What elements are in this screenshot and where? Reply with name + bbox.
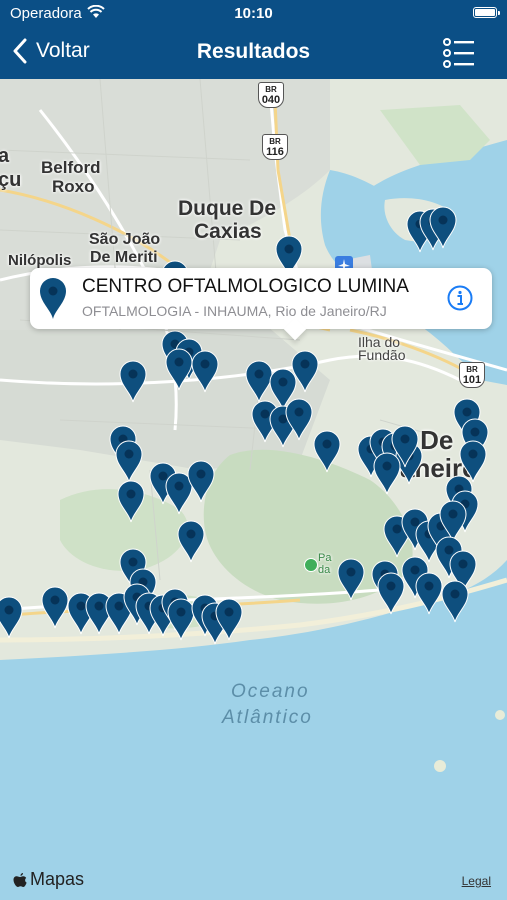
legal-link[interactable]: Legal bbox=[462, 874, 491, 888]
map-label-roxo: Roxo bbox=[52, 177, 95, 196]
battery-icon bbox=[473, 7, 500, 18]
shield-number: 116 bbox=[266, 146, 284, 158]
result-pin-icon[interactable] bbox=[114, 439, 144, 483]
result-pin-icon[interactable] bbox=[390, 424, 420, 468]
info-icon[interactable] bbox=[447, 285, 473, 311]
map-label-caxias: Caxias bbox=[194, 220, 262, 243]
highway-shield-br101: BR 101 bbox=[459, 362, 485, 388]
shield-number: 101 bbox=[462, 374, 482, 386]
maps-brand-label: Mapas bbox=[30, 869, 85, 889]
result-pin-icon[interactable] bbox=[176, 519, 206, 563]
clock: 10:10 bbox=[234, 5, 273, 22]
result-pin-icon[interactable] bbox=[428, 205, 458, 249]
result-pin-icon[interactable] bbox=[284, 397, 314, 441]
park-marker-icon bbox=[304, 558, 318, 572]
result-pin-icon[interactable] bbox=[312, 429, 342, 473]
apple-logo-icon bbox=[13, 872, 27, 887]
map-label-atlantico: Atlântico bbox=[222, 707, 313, 728]
map-label-fundao: Fundão bbox=[358, 347, 406, 363]
map-label-parque: Pa bbox=[318, 552, 332, 564]
shield-number: 040 bbox=[261, 94, 281, 106]
app-header: Operadora 10:10 Voltar Resultados bbox=[0, 0, 507, 79]
maps-attribution: Mapas bbox=[12, 869, 84, 890]
result-pin-icon[interactable] bbox=[290, 349, 320, 393]
result-pin-icon[interactable] bbox=[116, 479, 146, 523]
map-label-ria: a bbox=[0, 145, 10, 167]
selected-place-callout[interactable]: CENTRO OFTALMOLOGICO LUMINA OFTALMOLOGIA… bbox=[30, 268, 492, 329]
map-label-icu: çu bbox=[0, 169, 22, 191]
map-view[interactable]: a çu Belford Roxo Duque De Caxias São Jo… bbox=[0, 79, 507, 900]
map-label-nilopolis: Nilópolis bbox=[8, 252, 72, 269]
highway-shield-br040: BR 040 bbox=[258, 82, 284, 108]
map-label-belford: Belford bbox=[41, 158, 101, 177]
result-pin-icon[interactable] bbox=[214, 597, 244, 641]
result-pin-icon[interactable] bbox=[186, 459, 216, 503]
nav-bar: Voltar Resultados bbox=[0, 26, 507, 79]
result-pin-icon[interactable] bbox=[118, 359, 148, 403]
map-label-de-meriti: De Meriti bbox=[90, 249, 158, 266]
page-title: Resultados bbox=[196, 40, 311, 63]
status-bar: Operadora 10:10 bbox=[0, 0, 507, 26]
location-pin-icon bbox=[40, 278, 66, 319]
map-label-sao-joao: São João bbox=[89, 231, 161, 248]
result-pin-icon[interactable] bbox=[336, 557, 366, 601]
map-label-duque: Duque De bbox=[178, 197, 277, 220]
result-pin-icon[interactable] bbox=[164, 347, 194, 391]
list-view-icon[interactable] bbox=[443, 38, 475, 68]
highway-shield-br116: BR 116 bbox=[262, 134, 288, 160]
result-pin-icon[interactable] bbox=[440, 579, 470, 623]
place-name: CENTRO OFTALMOLOGICO LUMINA bbox=[82, 276, 409, 297]
result-pin-icon[interactable] bbox=[190, 349, 220, 393]
result-pin-icon[interactable] bbox=[0, 595, 24, 639]
map-label-oceano: Oceano bbox=[231, 681, 310, 702]
map-label-parque-2: da bbox=[318, 564, 331, 576]
place-subtitle: OFTALMOLOGIA - INHAUMA, Rio de Janeiro/R… bbox=[82, 303, 387, 319]
result-pin-icon[interactable] bbox=[414, 571, 444, 615]
